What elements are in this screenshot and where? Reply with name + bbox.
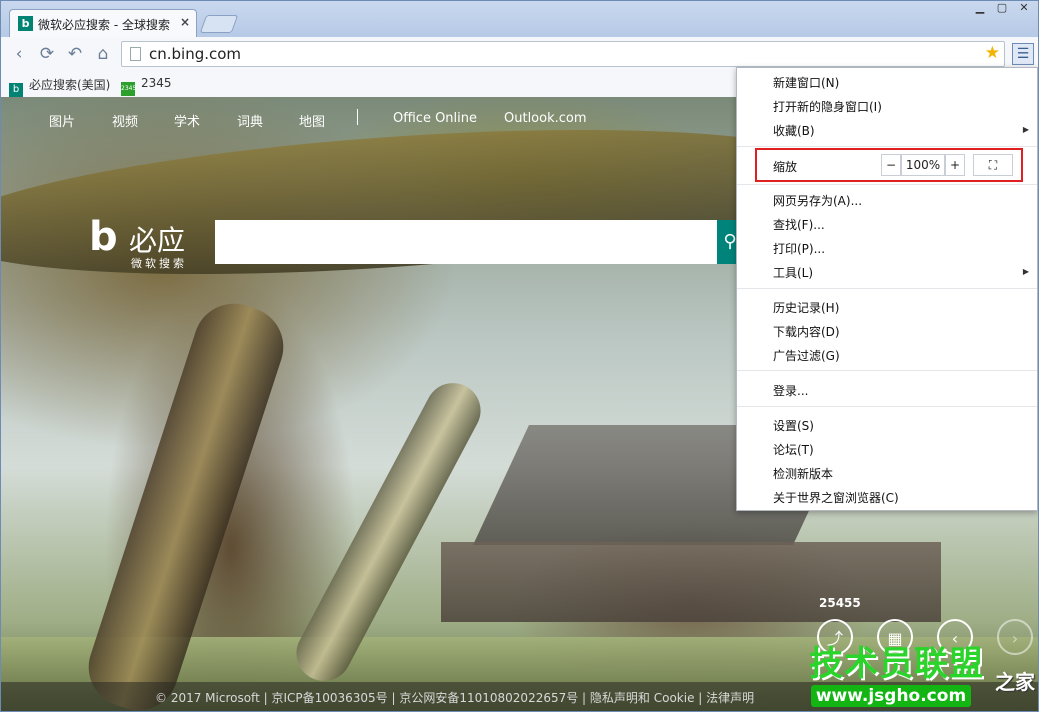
menu-separator	[737, 288, 1037, 289]
menu-separator	[737, 146, 1037, 147]
bing-logo-name: 必应	[129, 224, 186, 257]
menu-downloads[interactable]: 下载内容(D)	[773, 323, 840, 340]
page-icon	[130, 47, 141, 61]
bookmark-bing-us[interactable]: b 必应搜索(美国)	[9, 76, 110, 97]
watermark-side: 之家	[995, 670, 1035, 694]
menu-check-update[interactable]: 检测新版本	[773, 465, 833, 482]
2345-bookmark-icon: 2345	[121, 82, 136, 96]
menu-about[interactable]: 关于世界之窗浏览器(C)	[773, 489, 899, 506]
submenu-arrow-icon: ▶	[1022, 125, 1029, 134]
browser-menu: 新建窗口(N) 打开新的隐身窗口(I) 收藏(B) ▶ 缩放 − 100% + …	[736, 67, 1038, 511]
next-image-icon[interactable]: ›	[997, 619, 1033, 655]
submenu-arrow-icon: ▶	[1022, 267, 1029, 276]
nav-academic[interactable]: 学术	[174, 111, 200, 130]
tab-close-icon[interactable]: ×	[180, 15, 190, 29]
menu-settings[interactable]: 设置(S)	[773, 417, 814, 434]
zoom-out-button[interactable]: −	[881, 154, 901, 176]
menu-separator	[737, 184, 1037, 185]
zoom-in-button[interactable]: +	[945, 154, 965, 176]
tab-title: 微软必应搜索 - 全球搜索	[38, 18, 170, 32]
image-count: 25455	[819, 596, 861, 610]
menu-forum[interactable]: 论坛(T)	[773, 441, 814, 458]
menu-incognito[interactable]: 打开新的隐身窗口(I)	[773, 98, 882, 115]
background-branch	[1, 105, 845, 299]
bookmark-label: 2345	[141, 76, 172, 90]
nav-images[interactable]: 图片	[49, 111, 75, 130]
watermark-title: 技术员联盟	[809, 644, 984, 684]
bookmark-label: 必应搜索(美国)	[29, 78, 111, 92]
bing-b-icon: b	[89, 214, 118, 260]
nav-office-online[interactable]: Office Online	[393, 111, 477, 126]
nav-maps[interactable]: 地图	[299, 111, 325, 130]
menu-new-window[interactable]: 新建窗口(N)	[773, 74, 839, 91]
undo-icon[interactable]: ↶	[65, 44, 85, 64]
bookmark-2345[interactable]: 2345 2345	[121, 76, 172, 96]
menu-history[interactable]: 历史记录(H)	[773, 299, 839, 316]
bing-logo-subtitle: 微软搜索	[131, 257, 187, 270]
url-text: cn.bing.com	[149, 45, 242, 63]
browser-window: b 微软必应搜索 - 全球搜索 × ▁ ▢ ✕ ‹ ⟳ ↶ ⌂ cn.bing.…	[0, 0, 1039, 712]
reload-icon[interactable]: ⟳	[37, 44, 57, 64]
menu-tools[interactable]: 工具(L)	[773, 264, 813, 281]
new-tab-button[interactable]	[199, 15, 239, 33]
address-bar[interactable]: cn.bing.com ★	[121, 41, 1005, 67]
menu-icon[interactable]: ☰	[1012, 43, 1034, 65]
menu-favorites[interactable]: 收藏(B)	[773, 122, 815, 139]
nav-dictionary[interactable]: 词典	[237, 111, 263, 130]
menu-print[interactable]: 打印(P)...	[773, 240, 825, 257]
bookmark-star-icon[interactable]: ★	[985, 43, 1000, 63]
background-hut-wall	[441, 542, 941, 622]
title-bar: b 微软必应搜索 - 全球搜索 × ▁ ▢ ✕	[1, 1, 1038, 37]
home-icon[interactable]: ⌂	[93, 44, 113, 64]
bing-favicon-icon: b	[18, 16, 33, 31]
nav-videos[interactable]: 视频	[112, 111, 138, 130]
nav-divider	[357, 109, 358, 125]
menu-login[interactable]: 登录...	[773, 382, 808, 399]
tab-active[interactable]: b 微软必应搜索 - 全球搜索 ×	[9, 9, 197, 37]
close-icon[interactable]: ✕	[1013, 1, 1035, 15]
menu-separator	[737, 406, 1037, 407]
bing-bookmark-icon: b	[9, 83, 23, 97]
menu-find[interactable]: 查找(F)...	[773, 216, 825, 233]
restore-icon[interactable]: ▢	[991, 1, 1013, 15]
nav-outlook[interactable]: Outlook.com	[504, 111, 587, 126]
menu-adblock[interactable]: 广告过滤(G)	[773, 347, 840, 364]
menu-separator	[737, 370, 1037, 371]
zoom-level: 100%	[901, 154, 945, 176]
watermark-url: www.jsgho.com	[811, 685, 971, 707]
search-input[interactable]	[215, 220, 719, 264]
minimize-icon[interactable]: ▁	[969, 1, 991, 15]
menu-save-as[interactable]: 网页另存为(A)...	[773, 192, 862, 209]
fullscreen-icon[interactable]: ⛶	[973, 154, 1013, 176]
footer-links[interactable]: © 2017 Microsoft | 京ICP备10036305号 | 京公网安…	[155, 689, 754, 706]
back-icon[interactable]: ‹	[9, 44, 29, 64]
menu-zoom-label: 缩放	[773, 160, 798, 174]
